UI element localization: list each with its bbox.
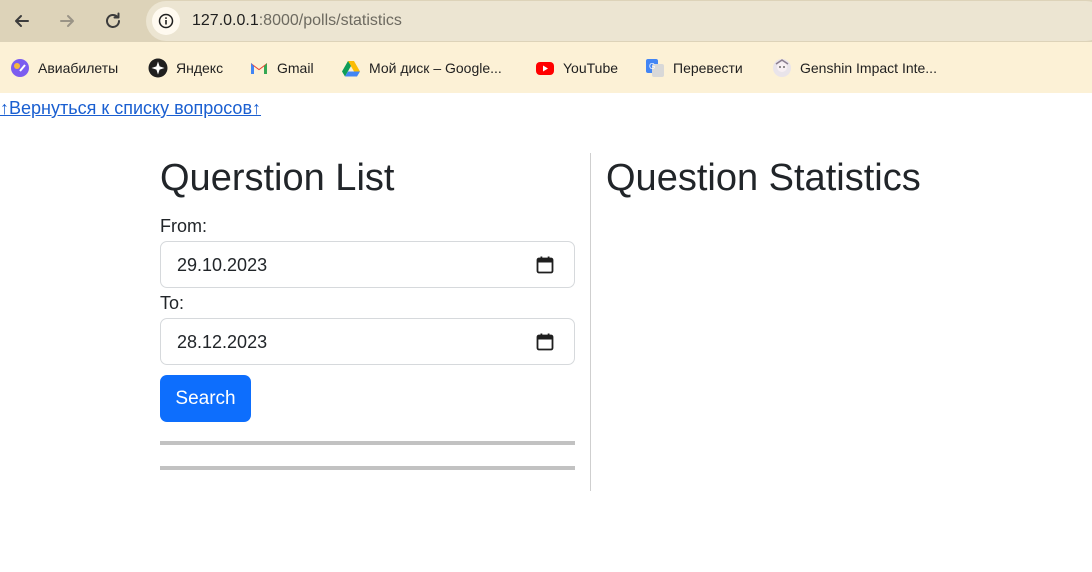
horizontal-divider [160,466,575,470]
back-button[interactable] [7,6,37,36]
aviatickets-icon [10,58,30,78]
bookmark-label: Gmail [277,60,314,76]
from-label: From: [160,216,207,236]
bookmark-youtube[interactable]: YouTube [535,57,618,79]
genshin-icon [772,58,792,78]
url-text[interactable]: 127.0.0.1:8000/polls/statistics [192,12,402,30]
from-date-input[interactable]: 29.10.2023 [160,241,575,288]
gmail-icon [249,58,269,78]
bookmark-aviatickets[interactable]: Авиабилеты [10,57,118,79]
from-date-value: 29.10.2023 [177,255,268,275]
bookmark-translate[interactable]: G Перевести [645,57,743,79]
bookmark-genshin[interactable]: Genshin Impact Inte... [772,57,937,79]
bookmark-label: Перевести [673,60,743,76]
youtube-icon [535,58,555,78]
to-date-value: 28.12.2023 [177,332,268,352]
url-path: :8000/polls/statistics [258,12,402,29]
question-list-title: Querstion List [160,157,395,199]
back-to-questions-link[interactable]: ↑Вернуться к списку вопросов↑ [0,98,261,119]
svg-text:G: G [649,62,655,71]
bookmark-yandex[interactable]: Яндекс [148,57,223,79]
question-statistics-title: Question Statistics [606,157,921,199]
bookmark-label: Мой диск – Google... [369,60,502,76]
forward-button[interactable] [52,6,82,36]
search-button[interactable]: Search [160,375,251,422]
bookmark-gmail[interactable]: Gmail [249,57,314,79]
google-translate-icon: G [645,58,665,78]
site-info-icon[interactable] [152,7,180,35]
bookmark-label: Яндекс [176,60,224,76]
bookmark-label: Авиабилеты [38,60,119,76]
url-host: 127.0.0.1 [192,12,259,29]
calendar-icon[interactable] [535,332,555,352]
reload-icon [106,12,120,28]
column-divider [590,153,591,491]
bookmark-label: YouTube [563,60,619,76]
horizontal-divider [160,441,575,445]
address-bar[interactable]: 127.0.0.1:8000/polls/statistics [146,1,1092,41]
to-label: To: [160,293,185,313]
to-date-input[interactable]: 28.12.2023 [160,318,575,365]
bookmarks-bar: Авиабилеты Яндекс Gmail Мой диск – Googl… [0,42,1092,93]
calendar-icon[interactable] [535,255,555,275]
arrow-left-icon [15,15,29,27]
yandex-icon [148,58,168,78]
bookmark-label: Genshin Impact Inte... [800,60,937,76]
arrow-right-icon [60,15,74,27]
reload-button[interactable] [98,6,128,36]
bookmark-google-drive[interactable]: Мой диск – Google... [341,57,502,79]
google-drive-icon [341,58,361,78]
browser-toolbar: 127.0.0.1:8000/polls/statistics [0,0,1092,42]
